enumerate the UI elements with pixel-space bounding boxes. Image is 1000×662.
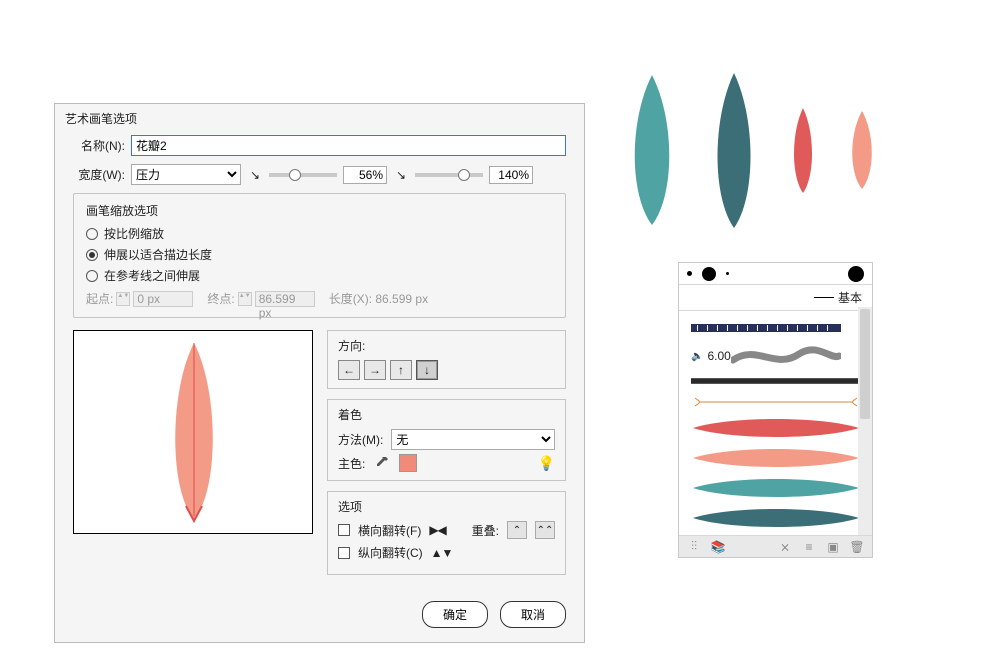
petal-red [789, 108, 817, 193]
dot-icon[interactable] [848, 266, 864, 282]
flip-vertical-icon: ▲▼ [431, 546, 453, 560]
down-left-arrow-icon: ↘ [247, 168, 263, 182]
ok-button[interactable]: 确定 [422, 601, 488, 628]
sound-icon: 🔈 [691, 351, 703, 362]
art-brush-options-dialog: 艺术画笔选项 名称(N): 宽度(W): 压力 ↘ ↘ 画笔缩放选项 [54, 103, 585, 643]
flip-v-label: 纵向翻转(C) [358, 544, 423, 561]
scale-option-label: 伸展以适合描边长度 [104, 246, 212, 263]
scale-option-label: 在参考线之间伸展 [104, 267, 200, 284]
brush-preview [73, 330, 313, 534]
direction-title: 方向: [338, 337, 555, 354]
min-width-slider[interactable] [269, 173, 337, 177]
down-left-arrow-icon-2: ↘ [393, 168, 409, 182]
brush-ruler[interactable] [685, 319, 866, 337]
width-label: 宽度(W): [73, 166, 125, 183]
key-color-swatch [399, 454, 417, 472]
colorization-method-row: 方法(M): 无 [338, 429, 555, 450]
length-field: 长度(X): 86.599 px [329, 290, 428, 307]
scale-option-1[interactable]: 伸展以适合描边长度 [86, 246, 553, 263]
remove-stroke-icon[interactable]: ⨯ [778, 540, 792, 554]
direction-group: 方向: ← → ↑ ↓ [327, 330, 566, 389]
lower-area: 方向: ← → ↑ ↓ 着色 方法(M): 无 [73, 330, 566, 575]
scale-option-label: 按比例缩放 [104, 225, 164, 242]
direction-right-button[interactable]: → [364, 360, 386, 380]
keycolor-label: 主色: [338, 455, 365, 472]
colorization-title: 着色 [338, 406, 555, 423]
direction-buttons: ← → ↑ ↓ [338, 360, 555, 380]
dialog-title: 艺术画笔选项 [55, 104, 584, 135]
dot-icon[interactable] [687, 271, 692, 276]
brush-petal-red[interactable] [685, 417, 866, 439]
overlap-none-button[interactable]: ⌃ [507, 521, 527, 539]
scale-option-2[interactable]: 在参考线之间伸展 [86, 267, 553, 284]
panel-scrollbar[interactable] [858, 307, 872, 535]
panel-footer: ⫶⫶ 📚 ⨯ ≡ ▣ 🗑 [679, 535, 872, 557]
dot-icon[interactable] [726, 272, 729, 275]
overlap-on-button[interactable]: ⌃⌃ [535, 521, 555, 539]
start-point-field: 起点: ▲▼ 0 px [86, 290, 193, 307]
brush-ornament[interactable] [685, 395, 866, 409]
radio-icon [86, 249, 98, 261]
radio-icon [86, 270, 98, 282]
basic-brush-icon [814, 297, 834, 298]
options-icon[interactable]: ≡ [802, 540, 816, 554]
flip-vertical-row[interactable]: 纵向翻转(C) ▲▼ [338, 544, 555, 561]
options-group: 选项 横向翻转(F) ▶◀ 重叠: ⌃ ⌃⌃ 纵向翻转(C) ▲▼ [327, 491, 566, 575]
max-width-input[interactable] [489, 166, 533, 184]
preview-side-column: 方向: ← → ↑ ↓ 着色 方法(M): 无 [327, 330, 566, 575]
width-method-select[interactable]: 压力 [131, 164, 241, 185]
eyedropper-icon[interactable] [375, 456, 389, 470]
flip-horizontal-row[interactable]: 横向翻转(F) ▶◀ 重叠: ⌃ ⌃⌃ [338, 521, 555, 539]
end-point-field: 终点: ▲▼ 86.599 px [207, 290, 314, 307]
petal-teal [625, 75, 679, 225]
brush-name-input[interactable] [131, 135, 566, 156]
dialog-buttons: 确定 取消 [55, 591, 584, 642]
name-row: 名称(N): [73, 135, 566, 156]
basic-brush-label: 基本 [838, 289, 862, 306]
canvas-petals [625, 70, 877, 230]
brush-texture[interactable] [685, 375, 866, 387]
scale-option-0[interactable]: 按比例缩放 [86, 225, 553, 242]
tips-bulb-icon[interactable]: 💡 [538, 455, 555, 472]
key-color-row: 主色: 💡 [338, 454, 555, 472]
width-row: 宽度(W): 压力 ↘ ↘ [73, 164, 566, 185]
guide-points-row: 起点: ▲▼ 0 px 终点: ▲▼ 86.599 px 长度(X): 86.5… [86, 290, 553, 307]
scale-group-title: 画笔缩放选项 [86, 202, 553, 219]
brush-petal-salmon[interactable] [685, 447, 866, 469]
flip-horizontal-icon: ▶◀ [429, 523, 445, 537]
dot-icon[interactable] [702, 267, 716, 281]
dialog-body: 名称(N): 宽度(W): 压力 ↘ ↘ 画笔缩放选项 按比例缩放 [55, 135, 584, 591]
method-label: 方法(M): [338, 431, 383, 448]
library-menu-icon[interactable]: 📚 [711, 540, 725, 554]
direction-down-button[interactable]: ↓ [416, 360, 438, 380]
options-title: 选项 [338, 498, 555, 515]
checkbox-icon [338, 524, 350, 536]
panel-basic-row[interactable]: 基本 [679, 285, 872, 311]
direction-left-button[interactable]: ← [338, 360, 360, 380]
overlap-label: 重叠: [472, 522, 499, 539]
min-width-input[interactable] [343, 166, 387, 184]
colorization-group: 着色 方法(M): 无 主色: 💡 [327, 399, 566, 481]
scale-options-group: 画笔缩放选项 按比例缩放 伸展以适合描边长度 在参考线之间伸展 起点: ▲▼ 0… [73, 193, 566, 318]
libraries-icon[interactable]: ⫶⫶ [687, 540, 701, 554]
panel-brush-list: 🔈 6.00 [679, 311, 872, 535]
cal-size-value: 6.00 [707, 349, 730, 363]
cancel-button[interactable]: 取消 [500, 601, 566, 628]
panel-brush-size-row [679, 263, 872, 285]
delete-brush-icon[interactable]: 🗑 [850, 540, 864, 554]
petal-dark-teal [709, 73, 759, 228]
brush-petal-dark-teal[interactable] [685, 507, 866, 529]
name-label: 名称(N): [73, 137, 125, 154]
brush-calligraphic[interactable]: 🔈 6.00 [685, 345, 866, 367]
brushes-panel: 基本 🔈 6.00 ⫶⫶ 📚 [678, 262, 873, 558]
petal-salmon [847, 111, 877, 189]
flip-h-label: 横向翻转(F) [358, 522, 421, 539]
direction-up-button[interactable]: ↑ [390, 360, 412, 380]
max-width-slider[interactable] [415, 173, 483, 177]
new-brush-icon[interactable]: ▣ [826, 540, 840, 554]
radio-icon [86, 228, 98, 240]
brush-petal-teal[interactable] [685, 477, 866, 499]
colorization-method-select[interactable]: 无 [391, 429, 555, 450]
checkbox-icon [338, 547, 350, 559]
